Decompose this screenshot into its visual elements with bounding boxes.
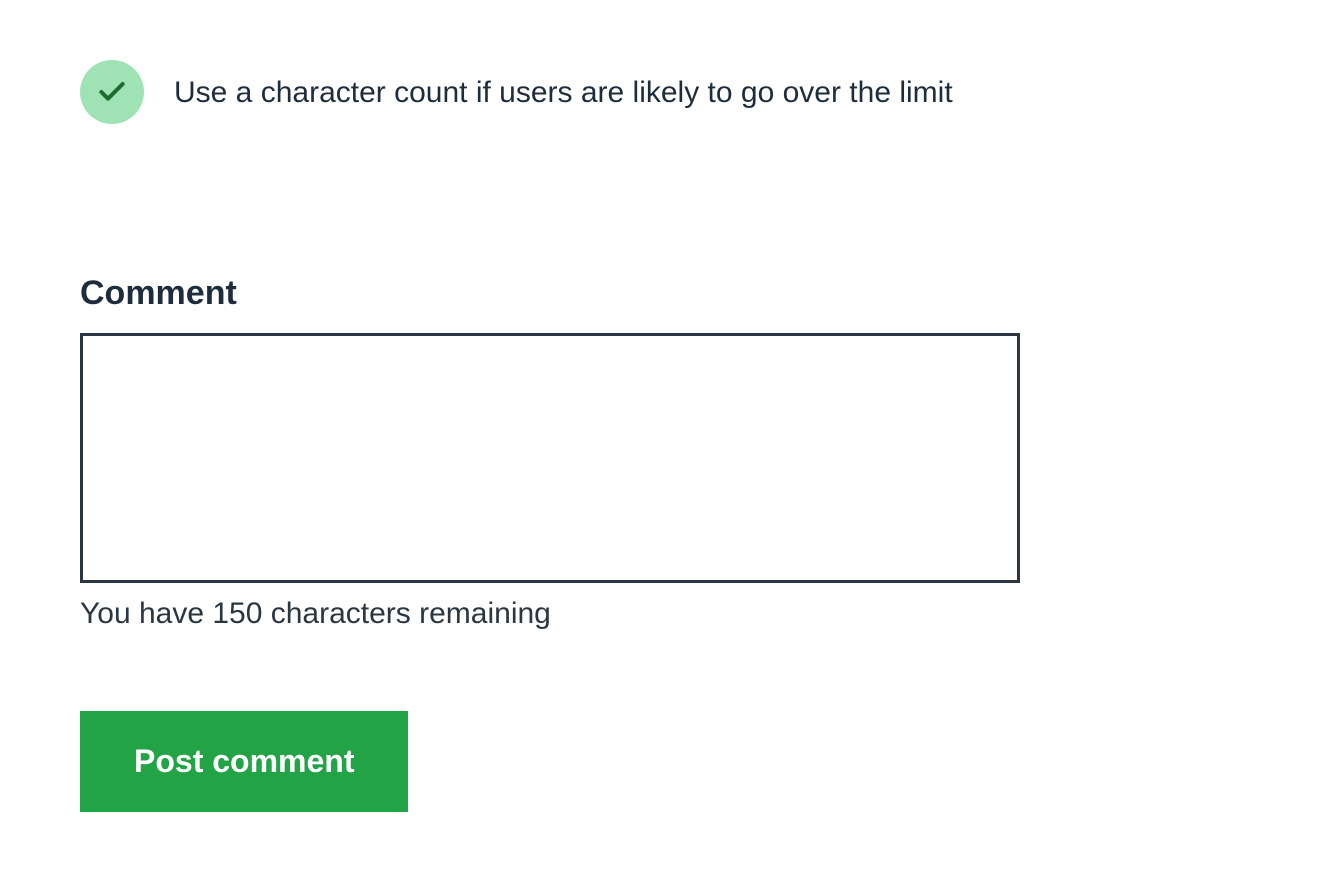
tip-text: Use a character count if users are likel… <box>174 73 953 112</box>
check-icon <box>80 60 144 124</box>
tip-row: Use a character count if users are likel… <box>80 60 1244 124</box>
comment-label: Comment <box>80 274 1020 313</box>
post-comment-button[interactable]: Post comment <box>80 711 408 812</box>
comment-textarea[interactable] <box>80 333 1020 583</box>
character-count-hint: You have 150 characters remaining <box>80 597 1020 631</box>
